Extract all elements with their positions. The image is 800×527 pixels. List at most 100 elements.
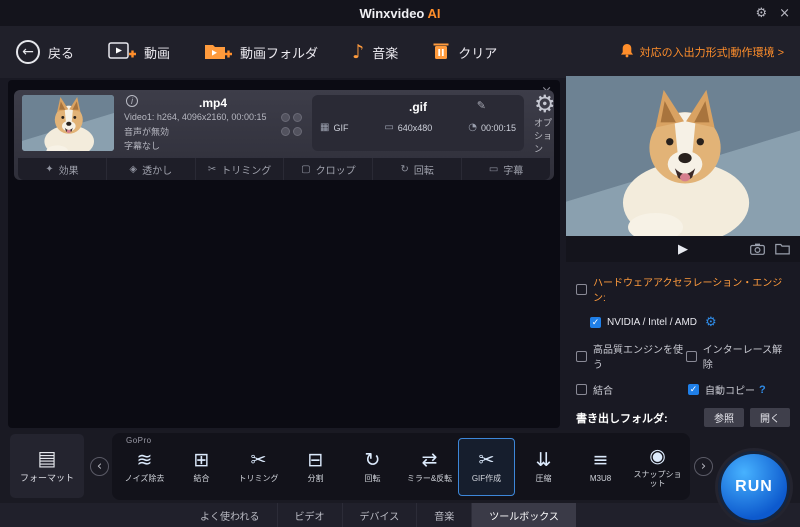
tool-snapshot[interactable]: ◉ スナップショット xyxy=(629,438,686,496)
rename-pencil-icon[interactable]: ✎ xyxy=(477,99,486,112)
target-format-stat: ▦ GIF xyxy=(320,122,348,133)
rotate-tool-icon: ↻ xyxy=(364,449,381,472)
io-formats-link-label: 対応の入出力形式|動作環境 > xyxy=(639,47,784,59)
clear-button[interactable]: クリア xyxy=(432,41,497,64)
edit-tab-trim[interactable]: ✂ トリミング xyxy=(194,158,284,180)
add-video-folder-button[interactable]: 動画フォルダ xyxy=(204,41,318,64)
target-filename: .gif xyxy=(409,100,427,114)
trash-icon xyxy=(432,41,450,64)
tab-device[interactable]: デバイス xyxy=(341,503,417,527)
compress-icon: ⇊ xyxy=(535,449,552,472)
format-button[interactable]: ▤ フォーマット xyxy=(10,434,84,498)
toolbox-strip: GoPro ≋ ノイズ除去 ⊞ 結合 ✂ トリミング ⊟ 分割 ↻ 回転 ⇄ ミラー&反転 … xyxy=(112,433,690,500)
denoise-icon: ≋ xyxy=(136,449,153,472)
merge-checkbox[interactable] xyxy=(576,384,587,395)
target-format-box: .gif ✎ ▦ GIF ▭ 640x480 ◔ 00:00:15 xyxy=(312,95,524,151)
video-track-badge2-icon[interactable] xyxy=(293,112,302,122)
mirror-flip-icon: ⇄ xyxy=(421,449,438,472)
scissors-icon: ✂ xyxy=(207,163,217,175)
bottom-tab-bar: よく使われる ビデオ デバイス 音楽 ツールボックス xyxy=(0,503,800,527)
watermark-icon: ◈ xyxy=(129,163,138,175)
subtitle-icon: ▭ xyxy=(488,163,499,175)
edit-tab-effects[interactable]: ✦ 効果 xyxy=(18,158,106,180)
edit-tab-label: クロップ xyxy=(315,165,356,177)
output-folder-label: 書き出しフォルダ: xyxy=(576,412,668,425)
back-label: 戻る xyxy=(48,45,75,61)
run-button[interactable]: RUN xyxy=(718,451,790,523)
settings-gear-icon[interactable]: ⚙ xyxy=(755,6,767,21)
video-preview xyxy=(566,76,800,236)
options-button[interactable]: ⚙ オプション xyxy=(534,92,556,155)
help-icon[interactable]: ? xyxy=(759,384,766,396)
preview-panel: ▶ ハードウェアアクセラレーション・エンジン: ✓ NVIDIA / Intel… xyxy=(566,76,800,444)
auto-copy-checkbox[interactable]: ✓ xyxy=(688,384,699,395)
tool-denoise[interactable]: ≋ ノイズ除去 xyxy=(116,438,173,496)
split-icon: ⊟ xyxy=(307,449,324,472)
play-button[interactable]: ▶ xyxy=(678,242,688,257)
edit-tab-rotate[interactable]: ↻ 回転 xyxy=(372,158,461,180)
tab-frequently-used[interactable]: よく使われる xyxy=(183,503,277,527)
browse-button[interactable]: 参照 xyxy=(704,408,744,427)
target-resolution-stat: ▭ 640x480 xyxy=(384,122,432,133)
io-formats-link[interactable]: 対応の入出力形式|動作環境 > xyxy=(620,43,784,61)
audio-track-badge-icon[interactable] xyxy=(281,126,290,136)
target-duration-stat: ◔ 00:00:15 xyxy=(468,122,516,133)
scroll-right-chevron-icon[interactable]: › xyxy=(694,457,713,476)
tool-label: 分割 xyxy=(307,474,324,484)
gpu-checkbox[interactable]: ✓ xyxy=(590,317,601,328)
titlebar: Winxvideo AI ⚙ × xyxy=(0,0,800,26)
toolbox-bar: ▤ フォーマット ‹ GoPro ≋ ノイズ除去 ⊞ 結合 ✂ トリミング ⊟ 分割 ↻… xyxy=(0,430,800,503)
back-button[interactable]: ← 戻る xyxy=(16,40,74,64)
hw-accel-checkbox[interactable] xyxy=(576,283,587,295)
format-button-label: フォーマット xyxy=(19,473,74,483)
edit-tab-watermark[interactable]: ◈ 透かし xyxy=(105,158,195,180)
tool-rotate[interactable]: ↻ 回転 xyxy=(344,438,401,496)
tool-compress[interactable]: ⇊ 圧縮 xyxy=(515,438,572,496)
open-folder-icon[interactable] xyxy=(775,243,790,255)
effects-icon: ✦ xyxy=(45,163,54,175)
scroll-left-chevron-icon[interactable]: ‹ xyxy=(90,457,109,476)
edit-tab-crop[interactable]: ▢ クロップ xyxy=(283,158,372,180)
auto-copy-label: 自動コピー xyxy=(705,386,755,397)
gpu-label: NVIDIA / Intel / AMD xyxy=(607,317,698,328)
app-window: Winxvideo AI ⚙ × ← 戻る 動画 動画フォルダ ♪ 音楽 クリア… xyxy=(0,0,800,527)
high-quality-checkbox[interactable] xyxy=(576,350,587,362)
video-thumbnail xyxy=(22,95,114,151)
tool-label: GIF作成 xyxy=(471,474,502,484)
deinterlace-checkbox[interactable] xyxy=(685,350,697,362)
merge-label: 結合 xyxy=(593,386,613,397)
options-gear-icon: ⚙ xyxy=(534,89,556,118)
tab-music[interactable]: 音楽 xyxy=(416,503,471,527)
tool-split[interactable]: ⊟ 分割 xyxy=(287,438,344,496)
m3u8-icon: ≡ xyxy=(592,449,609,472)
open-button[interactable]: 開く xyxy=(750,408,790,427)
tool-mirror-flip[interactable]: ⇄ ミラー&反転 xyxy=(401,438,458,496)
add-music-button[interactable]: ♪ 音楽 xyxy=(352,41,398,63)
audio-track-info: 音声が無効 xyxy=(124,126,170,137)
tab-toolbox[interactable]: ツールボックス xyxy=(471,503,576,527)
tab-video[interactable]: ビデオ xyxy=(276,503,342,527)
tool-trim[interactable]: ✂ トリミング xyxy=(230,438,287,496)
bell-icon xyxy=(620,43,634,61)
add-music-label: 音楽 xyxy=(372,45,399,61)
info-icon[interactable]: i xyxy=(126,95,138,107)
snapshot-camera-icon[interactable] xyxy=(750,243,765,255)
window-close-icon[interactable]: × xyxy=(779,6,790,21)
gpu-settings-gear-icon[interactable]: ⚙ xyxy=(705,315,717,330)
video-track-badge-icon[interactable] xyxy=(281,112,290,122)
add-video-button[interactable]: 動画 xyxy=(108,41,170,64)
edit-tab-label: 効果 xyxy=(58,165,79,177)
tool-m3u8[interactable]: ≡ M3U8 xyxy=(572,438,629,496)
audio-track-badge2-icon[interactable] xyxy=(293,126,302,136)
file-card: i .mp4 Video1: h264, 4096x2160, 00:00:15… xyxy=(14,90,556,180)
tool-merge[interactable]: ⊞ 結合 xyxy=(173,438,230,496)
tool-label: 圧縮 xyxy=(535,474,552,484)
file-list-area: × xyxy=(8,80,560,428)
trim-icon: ✂ xyxy=(250,449,267,472)
edit-tab-subtitle[interactable]: ▭ 字幕 xyxy=(461,158,550,180)
tool-label: トリミング xyxy=(238,474,279,484)
format-icon: ▦ xyxy=(320,122,330,133)
high-quality-label: 高品質エンジンを使う xyxy=(593,345,683,371)
source-info: i .mp4 Video1: h264, 4096x2160, 00:00:15… xyxy=(124,94,302,152)
tool-gif-maker[interactable]: ✂ GIF作成 xyxy=(458,437,515,496)
